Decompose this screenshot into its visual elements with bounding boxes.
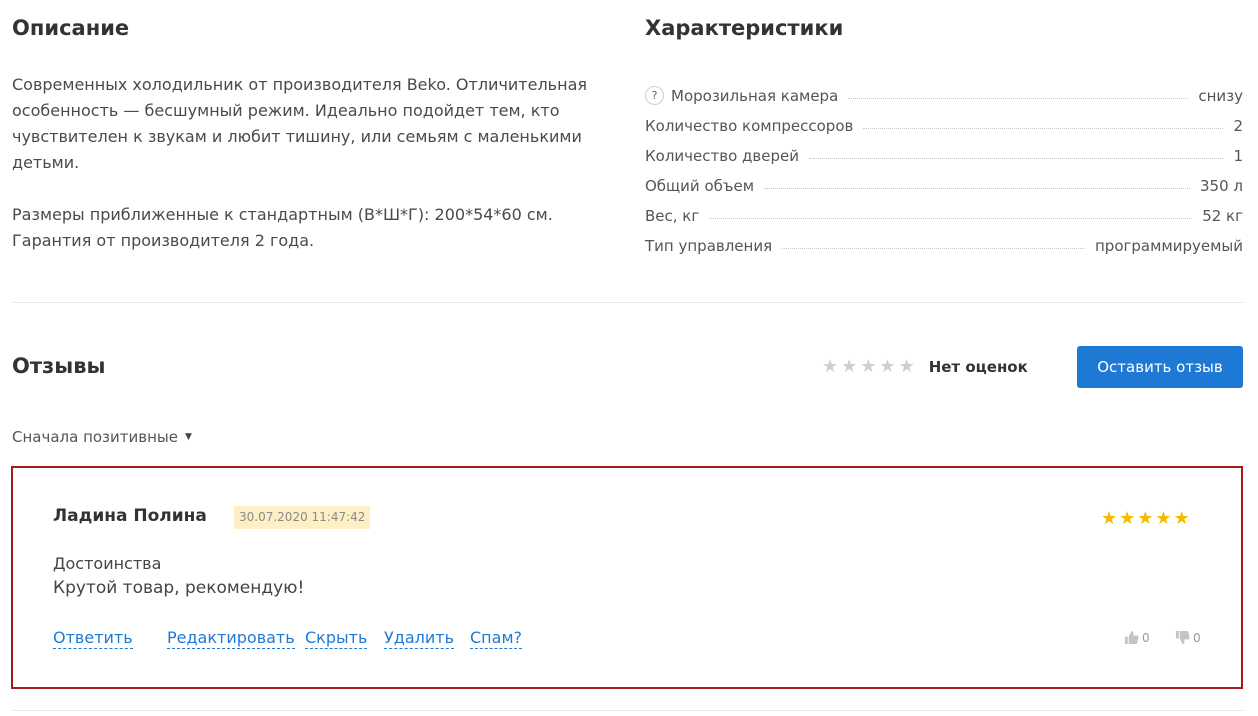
reviews-title: Отзывы bbox=[12, 354, 106, 378]
question-mark-icon[interactable]: ? bbox=[645, 86, 664, 105]
review-date: 30.07.2020 11:47:42 bbox=[234, 506, 371, 529]
description-text: Современных холодильник от производителя… bbox=[12, 75, 587, 172]
delete-link[interactable]: Удалить bbox=[384, 628, 454, 649]
characteristic-name: Количество дверей bbox=[645, 147, 799, 165]
star-icon: ★ bbox=[860, 356, 877, 377]
characteristic-row: Вес, кг 52 кг bbox=[645, 195, 1243, 225]
description-dimensions: Размеры приближенные к стандартным (В*Ш*… bbox=[12, 202, 592, 254]
star-icon: ★ bbox=[1173, 508, 1190, 529]
characteristic-row: Количество компрессоров 2 bbox=[645, 105, 1243, 135]
characteristics-title: Характеристики bbox=[645, 16, 844, 40]
like-button[interactable]: 0 bbox=[1124, 630, 1150, 645]
leave-review-button[interactable]: Оставить отзыв bbox=[1077, 346, 1243, 388]
star-icon: ★ bbox=[1155, 508, 1172, 529]
characteristic-value: 1 bbox=[1233, 147, 1243, 165]
dimensions-text: Размеры приближенные к стандартным (В*Ш*… bbox=[12, 205, 553, 224]
star-icon: ★ bbox=[879, 356, 896, 377]
characteristic-row: Общий объем 350 л bbox=[645, 165, 1243, 195]
dotted-leader bbox=[782, 248, 1085, 249]
reply-link[interactable]: Ответить bbox=[53, 628, 133, 649]
characteristic-value: 2 bbox=[1233, 117, 1243, 135]
star-icon: ★ bbox=[1137, 508, 1154, 529]
review-author: Ладина Полина bbox=[53, 506, 207, 526]
description-title: Описание bbox=[12, 16, 130, 40]
star-icon: ★ bbox=[1101, 508, 1118, 529]
summary-stars: ★ ★ ★ ★ ★ bbox=[822, 356, 918, 378]
dotted-leader bbox=[808, 158, 1224, 159]
review-pros-label: Достоинства bbox=[53, 554, 162, 573]
characteristic-value: 52 кг bbox=[1202, 207, 1243, 225]
characteristic-row: Тип управления программируемый bbox=[645, 225, 1243, 255]
sort-label: Сначала позитивные bbox=[12, 428, 178, 446]
characteristic-row: Количество дверей 1 bbox=[645, 135, 1243, 165]
characteristic-name: Общий объем bbox=[645, 177, 755, 195]
dislike-count: 0 bbox=[1193, 630, 1201, 645]
characteristic-name: Тип управления bbox=[645, 237, 773, 255]
dislike-button[interactable]: 0 bbox=[1175, 630, 1201, 645]
star-icon: ★ bbox=[841, 356, 858, 377]
no-rating-label: Нет оценок bbox=[928, 358, 1028, 376]
dotted-leader bbox=[764, 188, 1190, 189]
dotted-leader bbox=[848, 98, 1189, 99]
section-divider bbox=[12, 302, 1243, 303]
review-card: Ладина Полина 30.07.2020 11:47:42 ★ ★ ★ ★ ★ … bbox=[11, 466, 1243, 689]
like-count: 0 bbox=[1142, 630, 1150, 645]
caret-down-icon: ▼ bbox=[185, 432, 192, 442]
sort-dropdown[interactable]: Сначала позитивные ▼ bbox=[12, 428, 192, 446]
review-pros-text: Крутой товар, рекомендую! bbox=[53, 578, 305, 598]
review-rating: ★ ★ ★ ★ ★ bbox=[1101, 508, 1192, 530]
characteristic-value: программируемый bbox=[1094, 237, 1243, 255]
characteristic-value: снизу bbox=[1198, 87, 1243, 105]
hide-link[interactable]: Скрыть bbox=[305, 628, 368, 649]
star-icon: ★ bbox=[1119, 508, 1136, 529]
dotted-leader bbox=[709, 218, 1193, 219]
thumbs-up-icon bbox=[1124, 630, 1139, 645]
warranty-text: Гарантия от производителя 2 года. bbox=[12, 231, 315, 250]
characteristic-value: 350 л bbox=[1200, 177, 1243, 195]
characteristics-list: ? Морозильная камера снизу Количество ко… bbox=[645, 75, 1243, 255]
thumbs-down-icon bbox=[1175, 630, 1190, 645]
edit-link[interactable]: Редактировать bbox=[167, 628, 295, 649]
spam-link[interactable]: Спам? bbox=[470, 628, 522, 649]
star-icon: ★ bbox=[898, 356, 915, 377]
rating-summary: ★ ★ ★ ★ ★ Нет оценок bbox=[822, 356, 1028, 378]
star-icon: ★ bbox=[822, 356, 839, 377]
section-divider bbox=[12, 710, 1243, 711]
characteristic-name: Морозильная камера bbox=[671, 86, 839, 105]
characteristic-name: Количество компрессоров bbox=[645, 117, 854, 135]
characteristic-name: Вес, кг bbox=[645, 207, 700, 225]
characteristic-row: ? Морозильная камера снизу bbox=[645, 75, 1243, 105]
dotted-leader bbox=[863, 128, 1224, 129]
